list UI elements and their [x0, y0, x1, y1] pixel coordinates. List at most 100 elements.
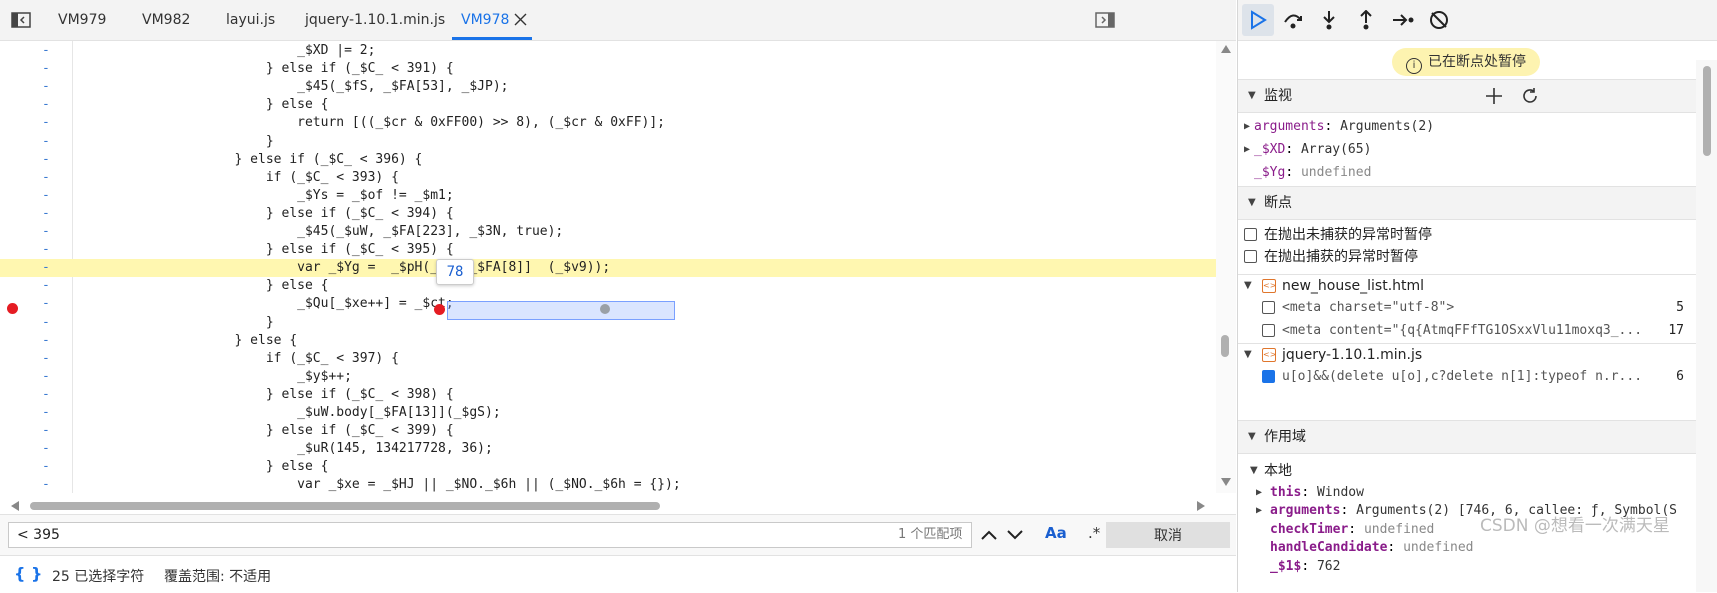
code-line[interactable]: - } else { — [0, 277, 1216, 295]
inline-breakpoint-marker[interactable] — [434, 304, 445, 315]
gutter-line-marker[interactable]: - — [42, 96, 50, 114]
gutter-line-marker[interactable]: - — [42, 440, 50, 458]
breakpoint-file-group[interactable]: ▼ <> jquery-1.10.1.min.js — [1238, 343, 1696, 366]
code-line[interactable]: - if (_$C_ < 397) { — [0, 350, 1216, 368]
tab-vm982[interactable]: VM982 — [142, 0, 190, 40]
gutter-line-marker[interactable]: - — [42, 422, 50, 440]
toggle-debugger-icon[interactable] — [1094, 10, 1116, 30]
breakpoint-entry[interactable]: <meta charset="utf-8"> 5 — [1238, 297, 1696, 319]
code-line[interactable]: - _$45(_$uW, _$FA[223], _$3N, true); — [0, 223, 1216, 241]
gutter-line-marker[interactable]: - — [42, 78, 50, 96]
gutter-line-marker[interactable]: - — [42, 295, 50, 313]
code-view[interactable]: - _$XD |= 2; - } else if (_$C_ < 391) {- … — [0, 41, 1236, 493]
scroll-down-icon[interactable] — [1220, 477, 1232, 487]
gutter-line-marker[interactable]: - — [42, 404, 50, 422]
gutter-line-marker[interactable]: - — [42, 386, 50, 404]
match-case-toggle[interactable]: Aa — [1045, 524, 1067, 542]
scope-variable[interactable]: _$1$: 762 — [1238, 556, 1696, 578]
gutter-line-marker[interactable]: - — [42, 60, 50, 78]
gutter-line-marker[interactable]: - — [42, 277, 50, 295]
gutter-line-marker[interactable]: - — [42, 187, 50, 205]
deactivate-breakpoints-icon[interactable] — [1426, 8, 1452, 32]
gutter-line-marker[interactable]: - — [42, 133, 50, 151]
breakpoint-file-group[interactable]: ▼ <> new_house_list.html — [1238, 274, 1696, 297]
gutter-line-marker[interactable]: - — [42, 42, 50, 60]
checkbox[interactable] — [1262, 301, 1275, 314]
close-tab-icon[interactable] — [512, 11, 528, 27]
expand-triangle-icon[interactable]: ▼ — [1244, 275, 1252, 297]
checkbox[interactable] — [1262, 370, 1275, 383]
code-line[interactable]: - } else { — [0, 458, 1216, 476]
step-into-icon[interactable] — [1316, 8, 1342, 32]
code-line[interactable]: - _$uR(145, 134217728, 36); — [0, 440, 1216, 458]
pretty-print-icon[interactable]: { } — [14, 564, 42, 583]
next-match-icon[interactable] — [1004, 524, 1026, 546]
gutter-line-marker[interactable]: - — [42, 114, 50, 132]
code-line[interactable]: - if (_$C_ < 393) { — [0, 169, 1216, 187]
debugger-vscroll-thumb[interactable] — [1703, 66, 1711, 156]
code-line[interactable]: - } — [0, 133, 1216, 151]
checkbox[interactable] — [1244, 228, 1257, 241]
inline-breakpoint-disabled[interactable] — [600, 304, 610, 314]
editor-hscroll-thumb[interactable] — [30, 502, 660, 510]
step-icon[interactable] — [1390, 8, 1416, 32]
gutter-line-marker[interactable]: - — [42, 169, 50, 187]
code-line[interactable]: - } else if (_$C_ < 396) { — [0, 151, 1216, 169]
gutter-line-marker[interactable]: - — [42, 476, 50, 493]
code-line[interactable]: - } else if (_$C_ < 395) { — [0, 241, 1216, 259]
code-line[interactable]: - } else { — [0, 96, 1216, 114]
pause-on-exception-option[interactable]: 在抛出捕获的异常时暂停 — [1238, 246, 1696, 268]
checkbox[interactable] — [1262, 324, 1275, 337]
tab-vm979[interactable]: VM979 — [58, 0, 106, 40]
scope-section-header[interactable]: ▼ 作用域 — [1238, 420, 1696, 454]
scroll-up-icon[interactable] — [1220, 44, 1232, 54]
pause-on-exception-option[interactable]: 在抛出未捕获的异常时暂停 — [1238, 224, 1696, 246]
breakpoint-entry[interactable]: <meta content="{q{AtmqFFfTG1OSxxVlu11mox… — [1238, 320, 1696, 342]
gutter-line-marker[interactable]: - — [42, 223, 50, 241]
code-line[interactable]: - var _$xe = _$HJ || _$NO._$6h || (_$NO.… — [0, 476, 1216, 493]
watch-item[interactable]: ▶ _$XD: Array(65) — [1238, 139, 1696, 161]
tab-jquery[interactable]: jquery-1.10.1.min.js — [305, 0, 445, 40]
breakpoints-section-header[interactable]: ▼ 断点 — [1238, 186, 1696, 220]
code-line[interactable]: - _$uW.body[_$FA[13]](_$gS); — [0, 404, 1216, 422]
cancel-button[interactable]: 取消 — [1106, 522, 1230, 548]
watch-item[interactable]: _$Yg: undefined — [1238, 162, 1696, 184]
checkbox[interactable] — [1244, 250, 1257, 263]
scope-local-group[interactable]: ▼ 本地 — [1238, 460, 1696, 482]
step-over-icon[interactable] — [1280, 8, 1306, 32]
code-line[interactable]: - } else if (_$C_ < 398) { — [0, 386, 1216, 404]
add-watch-icon[interactable] — [1484, 86, 1504, 106]
code-line[interactable]: - } else { — [0, 332, 1216, 350]
tab-layui-js[interactable]: layui.js — [226, 0, 275, 40]
code-line[interactable]: - _$Ys = _$of != _$m1; — [0, 187, 1216, 205]
breakpoint-marker[interactable] — [7, 303, 18, 314]
editor-vscroll-thumb[interactable] — [1221, 335, 1229, 357]
code-line[interactable]: - _$y$++; — [0, 368, 1216, 386]
editor-vertical-scrollbar[interactable] — [1216, 41, 1236, 493]
code-line[interactable]: - } else if (_$C_ < 391) { — [0, 60, 1216, 78]
editor-horizontal-scrollbar[interactable] — [0, 494, 1216, 514]
scroll-right-icon[interactable] — [1196, 500, 1206, 512]
toggle-navigator-icon[interactable] — [10, 10, 32, 30]
previous-match-icon[interactable] — [978, 524, 1000, 546]
step-out-icon[interactable] — [1353, 8, 1379, 32]
watch-section-header[interactable]: ▼ 监视 — [1238, 79, 1696, 113]
gutter-line-marker[interactable]: - — [42, 314, 50, 332]
code-line[interactable]: - } else if (_$C_ < 399) { — [0, 422, 1216, 440]
code-line[interactable]: - _$XD |= 2; — [0, 42, 1216, 60]
debugger-vertical-scrollbar[interactable] — [1696, 60, 1717, 592]
gutter-line-marker[interactable]: - — [42, 458, 50, 476]
resume-icon[interactable] — [1242, 4, 1274, 36]
gutter-line-marker[interactable]: - — [42, 350, 50, 368]
expand-triangle-icon[interactable]: ▶ — [1244, 139, 1250, 161]
breakpoint-entry[interactable]: u[o]&&(delete u[o],c?delete n[1]:typeof … — [1238, 366, 1696, 388]
gutter-line-marker[interactable]: - — [42, 368, 50, 386]
watch-item[interactable]: ▶ arguments: Arguments(2) — [1238, 116, 1696, 138]
scroll-left-icon[interactable] — [10, 500, 20, 512]
expand-triangle-icon[interactable]: ▼ — [1244, 344, 1252, 366]
tab-vm978[interactable]: VM978 — [461, 0, 509, 40]
code-line[interactable]: - _$45(_$fS, _$FA[53], _$JP); — [0, 78, 1216, 96]
code-line[interactable]: - var _$Yg = _$pH(_$XD[_$FA[8]] (_$v9)); — [0, 259, 1216, 278]
gutter-line-marker[interactable]: - — [42, 332, 50, 350]
search-input[interactable] — [8, 522, 972, 548]
